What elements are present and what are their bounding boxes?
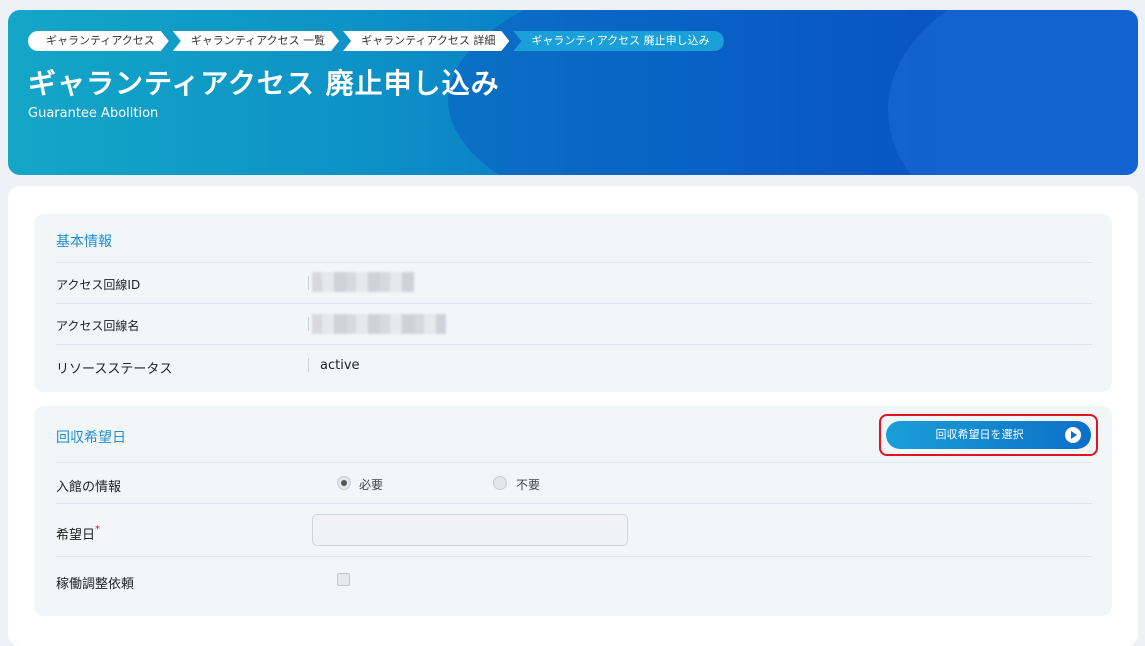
masked-value: [312, 272, 414, 292]
page-header: ギャランティアクセス ギャランティアクセス 一覧 ギャランティアクセス 詳細 ギ…: [8, 10, 1138, 175]
label-operation-request: 稼働調整依頼: [56, 577, 135, 592]
masked-value: [312, 314, 446, 334]
breadcrumb-item-current: ギャランティアクセス 廃止申し込み: [513, 31, 724, 51]
row-desired-date: 希望日*: [56, 503, 1092, 556]
label-resource-status: リソースステータス: [56, 362, 173, 377]
operation-request-checkbox[interactable]: [337, 573, 350, 586]
required-mark: *: [95, 524, 101, 535]
row-entry-info: 入館の情報 必要 不要: [56, 462, 1092, 503]
select-recovery-date-button[interactable]: 回収希望日を選択: [886, 421, 1091, 449]
label-desired-date-text: 希望日: [56, 528, 96, 543]
page-title: ギャランティアクセス 廃止申し込み: [28, 67, 500, 100]
label-desired-date: 希望日*: [56, 524, 100, 543]
row-divider: [308, 317, 309, 331]
row-divider: [308, 276, 309, 290]
basic-info-section: 基本情報 アクセス回線ID アクセス回線名 リソースステータス active: [34, 214, 1112, 392]
row-operation-request: 稼働調整依頼: [56, 556, 1092, 607]
label-access-line-name: アクセス回線名: [56, 319, 140, 333]
label-entry-info: 入館の情報: [56, 480, 122, 495]
radio-label-required: 必要: [359, 478, 384, 492]
breadcrumb-item-guarantee-access[interactable]: ギャランティアクセス: [28, 31, 169, 51]
value-resource-status: active: [320, 358, 360, 373]
section-title-recovery-date: 回収希望日: [56, 430, 126, 446]
row-access-line-name: アクセス回線名: [56, 303, 1092, 344]
breadcrumb-item-list[interactable]: ギャランティアクセス 一覧: [173, 31, 339, 51]
label-access-line-id: アクセス回線ID: [56, 278, 141, 292]
row-divider: [308, 358, 309, 372]
radio-required[interactable]: [337, 476, 351, 490]
radio-label-not-required: 不要: [516, 478, 541, 492]
row-resource-status: リソースステータス active: [56, 344, 1092, 385]
highlight-frame: 回収希望日を選択: [879, 414, 1098, 456]
row-access-line-id: アクセス回線ID: [56, 262, 1092, 303]
desired-date-input[interactable]: [312, 514, 628, 546]
select-recovery-date-label: 回収希望日を選択: [935, 428, 1024, 441]
main-content: 基本情報 アクセス回線ID アクセス回線名 リソースステータス active 回…: [8, 186, 1138, 646]
header-decoration: [888, 10, 1138, 175]
page-subtitle: Guarantee Abolition: [28, 106, 159, 121]
play-circle-icon: [1065, 427, 1081, 443]
breadcrumb-item-detail[interactable]: ギャランティアクセス 詳細: [343, 31, 509, 51]
radio-not-required[interactable]: [493, 476, 507, 490]
section-title-basic-info: 基本情報: [56, 234, 112, 250]
breadcrumb: ギャランティアクセス ギャランティアクセス 一覧 ギャランティアクセス 詳細 ギ…: [28, 31, 728, 51]
